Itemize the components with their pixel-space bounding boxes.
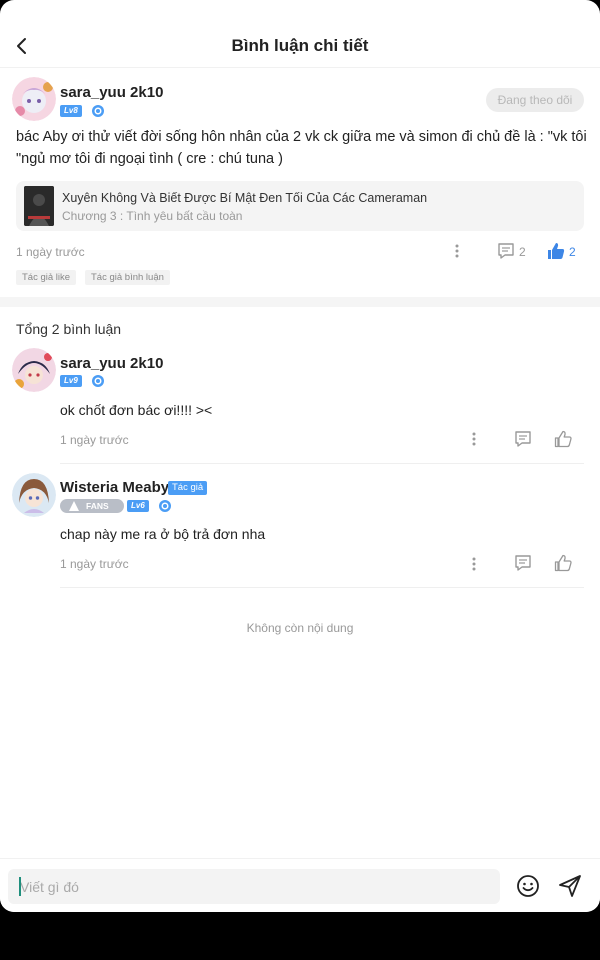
comment-username[interactable]: sara_yuu 2k10	[60, 355, 163, 372]
section-divider	[0, 297, 600, 307]
total-comments-label: Tổng 2 bình luận	[16, 321, 122, 337]
avatar[interactable]	[12, 473, 56, 517]
header: Bình luận chi tiết	[0, 0, 600, 68]
follow-button[interactable]: Đang theo dõi	[486, 88, 584, 112]
comment-detail-screen: Bình luận chi tiết sara_yuu 2k10 Lv8 Đan…	[0, 0, 600, 912]
like-count: 2	[569, 245, 576, 259]
author-liked-chip: Tác giả like	[16, 270, 77, 285]
comment-text: chap này me ra ở bộ trả đơn nha	[60, 526, 266, 542]
reply-icon[interactable]	[514, 554, 532, 572]
comment-text: ok chốt đơn bác ơi!!!! ><	[60, 402, 213, 418]
post-username[interactable]: sara_yuu 2k10	[60, 84, 163, 101]
post-time: 1 ngày trước	[16, 245, 85, 259]
like-icon[interactable]	[554, 554, 572, 572]
book-chapter: Chương 3 : Tình yêu bất cầu toàn	[62, 209, 243, 223]
fans-badge: FANS	[60, 499, 124, 513]
book-card[interactable]: Xuyên Không Và Biết Được Bí Mật Đen Tối …	[16, 181, 584, 231]
reply-icon[interactable]	[514, 430, 532, 448]
comment-composer	[0, 858, 600, 912]
send-icon[interactable]	[558, 874, 582, 898]
verified-icon	[92, 375, 104, 387]
like-icon[interactable]	[554, 430, 572, 448]
author-tag: Tác giả	[168, 481, 208, 495]
avatar[interactable]	[12, 77, 56, 121]
end-of-content-label: Không còn nội dung	[246, 621, 354, 635]
comment-count: 2	[519, 245, 526, 259]
book-cover-image	[24, 186, 54, 226]
fans-label: FANS	[86, 501, 109, 511]
text-caret	[19, 877, 21, 896]
level-badge: Lv6	[127, 500, 149, 512]
level-badge: Lv8	[60, 105, 82, 117]
comment-separator	[60, 463, 584, 464]
comment-time: 1 ngày trước	[60, 557, 129, 571]
comment-username[interactable]: Wisteria Meaby	[60, 479, 169, 496]
more-options-icon[interactable]	[455, 244, 459, 258]
verified-icon	[92, 105, 104, 117]
comment-input[interactable]	[8, 869, 500, 904]
comment-time: 1 ngày trước	[60, 433, 129, 447]
post-text: bác Aby ơi thử viết đời sống hôn nhân củ…	[16, 129, 587, 167]
more-options-icon[interactable]	[472, 432, 476, 446]
fans-triangle-icon	[69, 501, 79, 511]
author-commented-chip: Tác giả bình luận	[85, 270, 170, 285]
more-options-icon[interactable]	[472, 557, 476, 571]
comment-icon[interactable]	[497, 242, 515, 260]
verified-icon	[159, 500, 171, 512]
book-title: Xuyên Không Và Biết Được Bí Mật Đen Tối …	[62, 191, 428, 205]
like-icon[interactable]	[547, 242, 565, 260]
avatar[interactable]	[12, 348, 56, 392]
page-title: Bình luận chi tiết	[231, 36, 369, 55]
emoji-icon[interactable]	[516, 874, 540, 898]
comment-separator	[60, 587, 584, 588]
level-badge: Lv9	[60, 375, 82, 387]
